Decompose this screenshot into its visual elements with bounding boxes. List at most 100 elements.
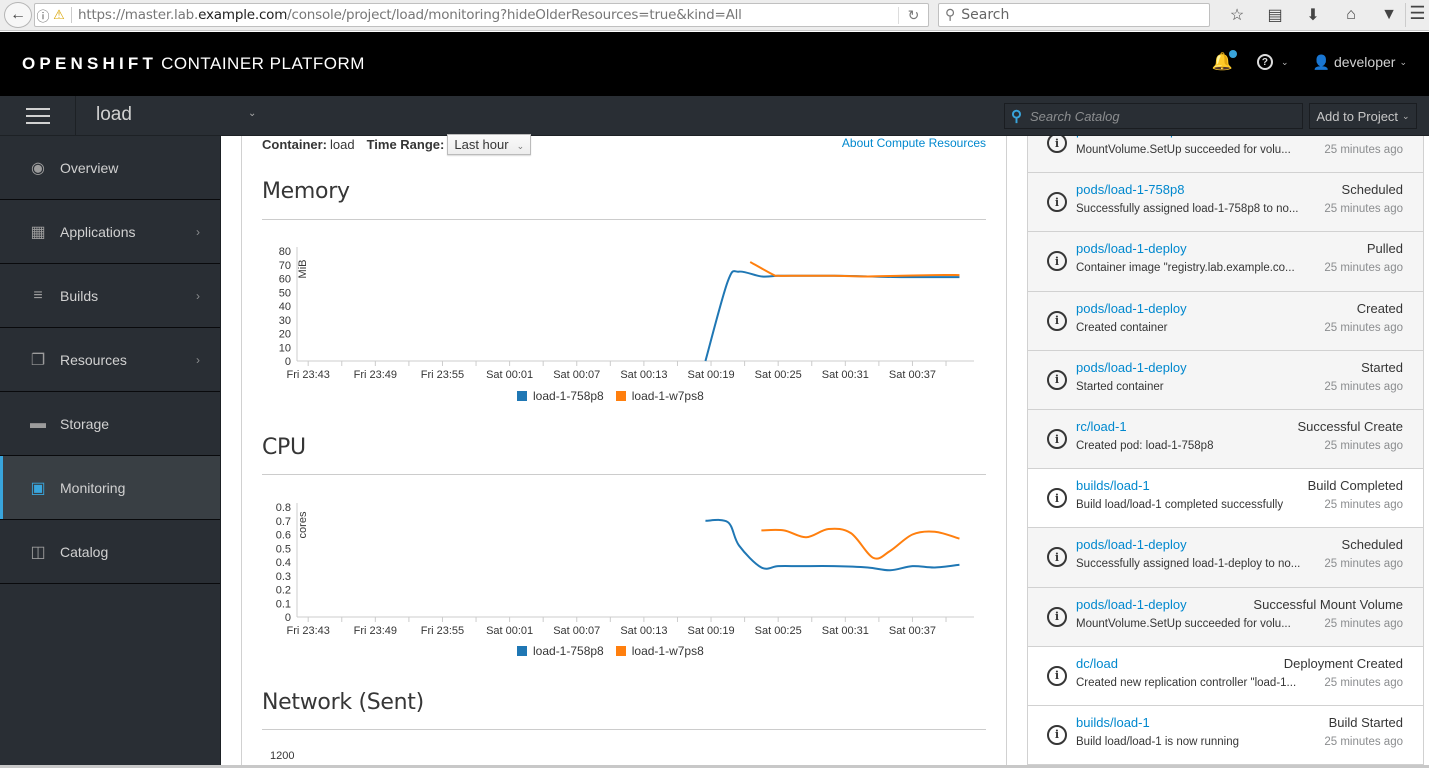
storage-icon: ▬ <box>30 414 46 432</box>
divider <box>262 219 986 220</box>
event-time: 25 minutes ago <box>1324 203 1403 216</box>
legend-item[interactable]: load-1-758p8 <box>517 389 604 403</box>
help-menu[interactable]: ? ⌄ <box>1256 54 1289 70</box>
pocket-icon[interactable]: ▼ <box>1370 6 1408 24</box>
event-resource-link[interactable]: builds/load-1 <box>1076 715 1150 730</box>
nav-toggle-button[interactable] <box>0 96 76 136</box>
about-compute-resources-link[interactable]: About Compute Resources <box>842 136 986 150</box>
event-row: i pods/load-1-deploy Created container Crea… <box>1028 291 1423 351</box>
event-reason: Pulled <box>1366 241 1403 257</box>
x-tick-label: Sat 00:01 <box>486 625 533 637</box>
event-message: MountVolume.SetUp succeeded for volu... <box>1076 144 1291 156</box>
username: developer <box>1333 54 1396 70</box>
time-range-value: Last hour <box>454 137 509 152</box>
legend-item[interactable]: load-1-758p8 <box>517 644 604 658</box>
legend-item[interactable]: load-1-w7ps8 <box>615 389 704 403</box>
info-circle-icon: i <box>1047 251 1067 272</box>
x-tick-label: Sat 00:31 <box>822 369 869 381</box>
x-tick-label: Sat 00:07 <box>553 369 600 381</box>
insecure-lock-icon[interactable]: ⚠ <box>51 7 67 23</box>
time-range-label: Time Range: <box>366 137 445 152</box>
event-row: i rc/load-1 Created pod: load-1-758p8 Succe… <box>1028 409 1423 470</box>
sidebar-item-monitoring[interactable]: ▣ Monitoring <box>0 456 220 520</box>
event-reason: Created <box>1356 300 1403 316</box>
x-tick-label: Sat 00:37 <box>889 369 936 381</box>
home-icon[interactable]: ⌂ <box>1332 6 1370 24</box>
sidebar-item-label: Resources <box>60 351 127 368</box>
url-prefix: https://master.lab. <box>78 7 199 23</box>
legend-label: load-1-758p8 <box>533 389 604 403</box>
url-suffix: /console/project/load/monitoring?hideOld… <box>287 7 742 23</box>
event-resource-link[interactable]: pods/load-1-deploy <box>1076 360 1187 375</box>
sidebar-item-overview[interactable]: ◉ Overview <box>0 136 220 200</box>
catalog-search-input[interactable]: ⚲ Search Catalog <box>1004 103 1303 129</box>
masthead-actions: 🔔 ? ⌄ 👤 developer ⌄ <box>1212 50 1407 72</box>
bookmark-star-icon[interactable]: ☆ <box>1218 5 1256 25</box>
project-selector[interactable]: load <box>96 104 132 126</box>
main-content: Container: load Time Range: Last hour ⌄ A… <box>221 134 1429 768</box>
info-icon[interactable]: ⓘ <box>35 6 51 25</box>
chevron-down-icon[interactable]: ⌄ <box>248 108 256 119</box>
notifications-button[interactable]: 🔔 <box>1212 50 1237 72</box>
arrow-left-icon: ← <box>10 6 26 23</box>
event-row: i pods/load-1-deploy Started container Star… <box>1028 350 1423 410</box>
project-bar: load ⌄ ⚲ Search Catalog Add to Project ⌄ <box>0 96 1429 136</box>
event-resource-link[interactable]: pods/load-1-758p8 <box>1076 182 1184 197</box>
event-reason: Scheduled <box>1341 537 1403 553</box>
event-resource-link[interactable]: builds/load-1 <box>1076 478 1150 493</box>
sidebar-item-label: Catalog <box>60 543 109 560</box>
event-time: 25 minutes ago <box>1324 676 1403 689</box>
event-resource-link[interactable]: pods/load-1-758p8 <box>1076 136 1184 138</box>
y-tick-label: 50 <box>279 287 291 299</box>
y-tick-label: 0.4 <box>276 557 291 569</box>
user-icon: 👤 <box>1312 53 1330 70</box>
y-tick-label: 0 <box>285 612 291 624</box>
download-icon[interactable]: ⬇ <box>1294 5 1332 25</box>
metrics-panel: Container: load Time Range: Last hour ⌄ A… <box>241 134 1007 768</box>
event-row: i dc/load Created new replication controll… <box>1028 646 1423 706</box>
network-sent-section-title: Network (Sent) <box>262 690 424 715</box>
event-row: i builds/load-1 Build load/load-1 complete… <box>1028 469 1423 529</box>
x-tick-label: Fri 23:49 <box>354 625 397 637</box>
user-menu[interactable]: 👤 developer ⌄ <box>1313 54 1407 71</box>
address-bar[interactable]: ⓘ ⚠ https://master.lab.example.com/conso… <box>34 3 929 27</box>
event-time: 25 minutes ago <box>1324 144 1403 156</box>
x-tick-label: Sat 00:19 <box>687 369 734 381</box>
event-message: Created container <box>1076 321 1168 334</box>
sidebar-item-storage[interactable]: ▬ Storage <box>0 392 220 456</box>
sidebar-item-builds[interactable]: ≡ Builds › <box>0 264 220 328</box>
sidebar-item-resources[interactable]: ❐ Resources › <box>0 328 220 392</box>
sidebar-item-applications[interactable]: ▦ Applications › <box>0 200 220 264</box>
browser-search-input[interactable]: ⚲ Search <box>938 3 1210 27</box>
info-circle-icon: i <box>1047 429 1067 450</box>
event-resource-link[interactable]: rc/load-1 <box>1076 419 1127 434</box>
back-button[interactable]: ← <box>4 2 32 28</box>
brand-logo[interactable]: OPENSHIFT CONTAINER PLATFORM <box>22 54 365 74</box>
event-message: Build load/load-1 completed successfully <box>1076 499 1284 512</box>
legend-item[interactable]: load-1-w7ps8 <box>615 644 704 658</box>
reload-icon[interactable]: ↻ <box>898 6 928 24</box>
legend-swatch <box>615 646 626 656</box>
event-resource-link[interactable]: pods/load-1-deploy <box>1076 537 1187 552</box>
container-label: Container: <box>262 137 327 152</box>
event-reason: Successful Mount Volume <box>1253 136 1403 138</box>
event-resource-link[interactable]: pods/load-1-deploy <box>1076 301 1187 316</box>
y-tick-label: 0.1 <box>276 598 291 610</box>
time-range-select[interactable]: Last hour ⌄ <box>447 134 532 155</box>
browser-menu-icon[interactable]: ☰ <box>1405 3 1429 27</box>
add-to-project-label: Add to Project <box>1316 108 1399 124</box>
add-to-project-button[interactable]: Add to Project ⌄ <box>1309 103 1417 129</box>
y-tick-label: 0.6 <box>276 530 291 542</box>
event-time: 25 minutes ago <box>1324 439 1403 452</box>
y-tick-label: 40 <box>279 301 291 313</box>
event-reason: Deployment Created <box>1283 655 1403 671</box>
url-text[interactable]: https://master.lab.example.com/console/p… <box>78 7 898 23</box>
dashboard-icon: ◉ <box>31 159 45 177</box>
event-resource-link[interactable]: pods/load-1-deploy <box>1076 241 1187 256</box>
x-tick-label: Sat 00:01 <box>486 369 533 381</box>
event-resource-link[interactable]: dc/load <box>1076 656 1118 671</box>
brand-bold: OPENSHIFT <box>22 54 158 73</box>
reading-list-icon[interactable]: ▤ <box>1256 5 1294 25</box>
event-resource-link[interactable]: pods/load-1-deploy <box>1076 597 1187 612</box>
sidebar-item-catalog[interactable]: ◫ Catalog <box>0 520 220 584</box>
